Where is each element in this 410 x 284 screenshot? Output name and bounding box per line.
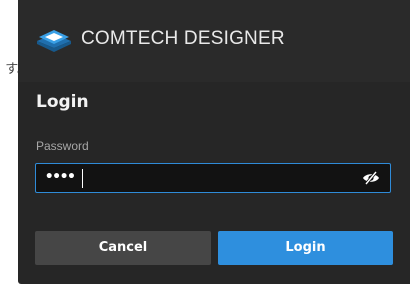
comtech-logo-icon: [37, 30, 71, 52]
page-title: Login: [36, 92, 89, 112]
password-label: Password: [36, 139, 89, 153]
dialog-header: COMTECH DESIGNER: [18, 0, 410, 82]
eye-slash-icon[interactable]: [362, 171, 380, 185]
brand-name: COMTECH DESIGNER: [81, 28, 285, 49]
login-button[interactable]: Login: [218, 231, 393, 265]
password-value: ••••: [45, 169, 76, 185]
login-dialog: COMTECH DESIGNER Login Password •••• Can…: [18, 0, 410, 284]
password-field[interactable]: ••••: [35, 163, 391, 193]
cancel-button[interactable]: Cancel: [35, 231, 211, 265]
text-caret: [82, 169, 83, 188]
